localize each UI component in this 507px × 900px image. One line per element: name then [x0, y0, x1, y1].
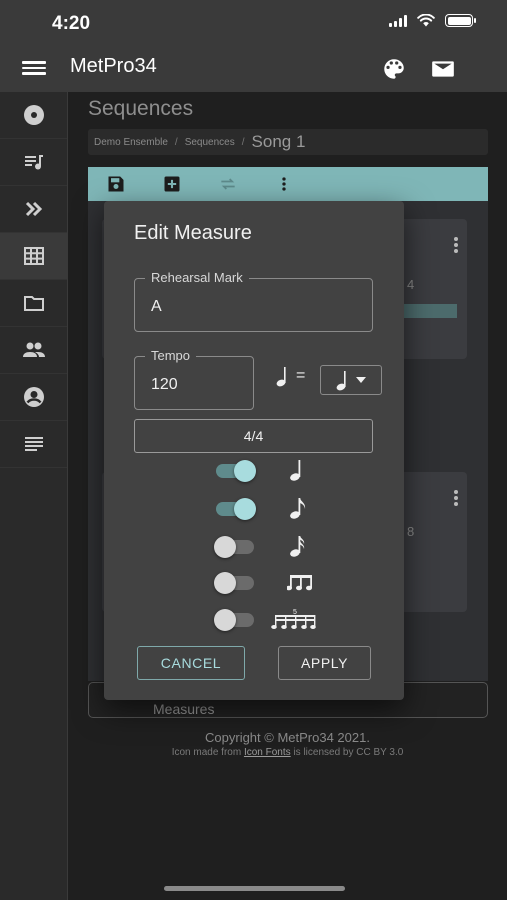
- quarter-note-icon: [336, 371, 346, 391]
- rehearsal-mark-label: Rehearsal Mark: [145, 270, 249, 285]
- status-bar: 4:20: [0, 0, 507, 46]
- icon-fonts-link[interactable]: Icon Fonts: [244, 747, 291, 758]
- people-icon: [22, 342, 45, 357]
- double-chevron-icon: [25, 201, 42, 217]
- list-icon: [24, 437, 43, 451]
- grid-icon: [23, 247, 44, 265]
- rehearsal-mark-field[interactable]: Rehearsal Mark A: [134, 270, 373, 332]
- subdivision-row-sixteenth: [214, 531, 305, 561]
- quintuplet-icon: 5: [271, 604, 319, 634]
- repeat-icon: [221, 178, 235, 190]
- more-vert-icon[interactable]: [454, 237, 460, 255]
- tempo-value: 120: [151, 376, 178, 393]
- measures-label: Measures: [153, 701, 215, 717]
- icon-credit: Icon made from Icon Fonts is licensed by…: [68, 747, 507, 758]
- subdivision-row-triplet: [214, 567, 312, 597]
- triplet-toggle[interactable]: [214, 572, 256, 594]
- signal-icon: [389, 14, 407, 27]
- disc-icon: [23, 105, 44, 125]
- svg-text:5: 5: [293, 609, 297, 616]
- beat-unit-select[interactable]: [320, 365, 382, 395]
- sidebar-item-grid[interactable]: [0, 233, 67, 280]
- rehearsal-mark-value: A: [151, 298, 162, 315]
- wifi-icon: [417, 14, 435, 27]
- more-button[interactable]: [256, 167, 312, 201]
- quarter-note-icon: [276, 367, 286, 387]
- sidebar-item-forward[interactable]: [0, 186, 67, 233]
- repeat-button[interactable]: [200, 167, 256, 201]
- tempo-label: Tempo: [145, 348, 197, 363]
- save-icon: [108, 176, 124, 192]
- subdivision-row-quintuplet: 5: [214, 604, 316, 634]
- home-indicator[interactable]: [164, 886, 345, 891]
- copyright-text: Copyright © MetPro34 2021.: [205, 730, 370, 745]
- subdivision-row-eighth: [214, 493, 306, 523]
- eighth-note-icon: [289, 493, 307, 523]
- dropdown-arrow-icon: [356, 377, 366, 383]
- account-icon: [23, 387, 44, 407]
- save-button[interactable]: [88, 167, 144, 201]
- mail-icon[interactable]: [430, 56, 456, 82]
- app-title: MetPro34: [70, 55, 157, 77]
- page-title: Sequences: [88, 97, 194, 120]
- tempo-equals: =: [276, 365, 305, 387]
- palette-icon[interactable]: [381, 56, 407, 82]
- sidebar-item-list[interactable]: [0, 421, 67, 468]
- sidebar-item-people[interactable]: [0, 327, 67, 374]
- sixteenth-note-toggle[interactable]: [214, 536, 256, 558]
- measure-card-text: 4: [407, 277, 415, 292]
- sidebar-item-folder[interactable]: [0, 280, 67, 327]
- sidebar-item-account[interactable]: [0, 374, 67, 421]
- equals-sign: =: [296, 367, 306, 384]
- breadcrumb-ensemble[interactable]: Demo Ensemble: [94, 137, 168, 148]
- tempo-field[interactable]: Tempo 120: [134, 348, 254, 410]
- battery-icon: [445, 14, 476, 27]
- sidebar-item-disc[interactable]: [0, 92, 67, 139]
- apply-button[interactable]: APPLY: [278, 646, 371, 680]
- breadcrumb-current: Song 1: [251, 132, 306, 151]
- menu-icon[interactable]: [22, 58, 46, 78]
- folder-icon: [23, 296, 44, 311]
- sequence-toolbar: [88, 167, 488, 201]
- add-box-icon: [164, 176, 180, 192]
- measure-card-text: 8: [407, 524, 415, 539]
- time-signature-button[interactable]: 4/4: [134, 419, 373, 453]
- icon-credit-prefix: Icon made from: [171, 747, 242, 758]
- status-icons: [389, 14, 476, 27]
- icon-credit-suffix: is licensed by CC BY 3.0: [293, 747, 404, 758]
- quarter-note-toggle[interactable]: [214, 460, 256, 482]
- breadcrumb-sequences[interactable]: Sequences: [185, 137, 235, 148]
- sidebar-item-playlist[interactable]: [0, 139, 67, 186]
- edit-measure-dialog: Edit Measure Rehearsal Mark A Tempo 120 …: [104, 201, 404, 700]
- more-vert-icon: [282, 177, 286, 191]
- quarter-note-icon: [289, 455, 303, 485]
- more-vert-icon[interactable]: [454, 490, 460, 508]
- add-button[interactable]: [144, 167, 200, 201]
- status-time: 4:20: [52, 13, 91, 34]
- subdivision-row-quarter: [214, 455, 301, 485]
- triplet-icon: [287, 567, 315, 597]
- breadcrumb: Demo Ensemble / Sequences / Song 1: [88, 129, 488, 155]
- sixteenth-note-icon: [289, 531, 307, 561]
- playlist-icon: [24, 155, 43, 170]
- eighth-note-toggle[interactable]: [214, 498, 256, 520]
- cancel-button[interactable]: CANCEL: [137, 646, 245, 680]
- quintuplet-toggle[interactable]: [214, 609, 256, 631]
- app-bar: MetPro34: [0, 46, 507, 92]
- sidebar: [0, 92, 68, 900]
- dialog-title: Edit Measure: [134, 222, 252, 244]
